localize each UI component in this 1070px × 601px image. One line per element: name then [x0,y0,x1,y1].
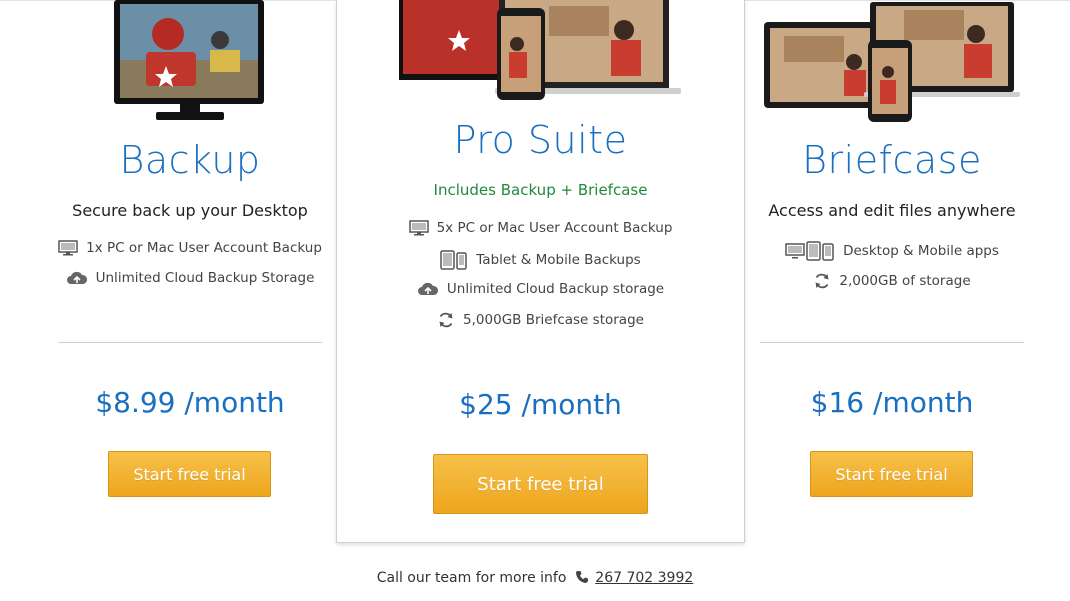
feature-item: 2,000GB of storage [752,272,1032,290]
devices-icon [785,241,835,261]
plan-subtitle: Access and edit files anywhere [768,201,1016,220]
feature-text: Unlimited Cloud Backup Storage [95,270,315,286]
cloud-upload-icon [66,270,88,286]
devices-image [399,0,681,100]
plan-price: $16 /month [810,386,974,419]
feature-item: 1x PC or Mac User Account Backup [50,240,330,256]
sync-icon [437,311,455,329]
divider [58,342,322,343]
monitor-icon [58,240,78,256]
phone-icon [575,570,589,588]
feature-item: Tablet & Mobile Backups [337,250,744,270]
start-free-trial-button[interactable]: Start free trial [810,451,973,497]
feature-item: 5,000GB Briefcase storage [337,311,744,329]
feature-text: Tablet & Mobile Backups [476,252,641,268]
feature-item: Unlimited Cloud Backup storage [337,281,744,297]
footer-text: Call our team for more info [376,570,567,586]
feature-text: 2,000GB of storage [839,273,971,289]
sync-icon [813,272,831,290]
feature-item: Unlimited Cloud Backup Storage [50,270,330,286]
feature-text: 1x PC or Mac User Account Backup [86,240,322,256]
plan-subtitle: Secure back up your Desktop [72,201,308,220]
tablet-mobile-icon [440,250,468,270]
contact-footer: Call our team for more info 267 702 3992 [0,570,1070,588]
divider [760,342,1024,343]
feature-item: Desktop & Mobile apps [752,241,1032,261]
plan-price: $8.99 /month [95,386,285,419]
feature-text: Unlimited Cloud Backup storage [446,281,665,297]
monitor-icon [408,220,429,236]
plan-title: Backup [119,138,261,182]
plan-card-pro-suite: Pro Suite Includes Backup + Briefcase 5x… [336,0,745,543]
feature-item: 5x PC or Mac User Account Backup [337,220,744,236]
devices-image [764,2,1020,122]
plan-title: Pro Suite [453,118,628,162]
desktop-monitor-image [114,0,264,120]
feature-text: 5,000GB Briefcase storage [463,312,644,328]
plan-includes: Includes Backup + Briefcase [433,181,648,199]
start-free-trial-button[interactable]: Start free trial [433,454,648,514]
feature-text: Desktop & Mobile apps [843,243,999,259]
feature-text: 5x PC or Mac User Account Backup [436,220,673,236]
cloud-upload-icon [417,281,439,297]
plan-title: Briefcase [802,138,982,182]
plan-price: $25 /month [459,388,622,421]
start-free-trial-button[interactable]: Start free trial [108,451,271,497]
phone-link[interactable]: 267 702 3992 [595,570,693,586]
